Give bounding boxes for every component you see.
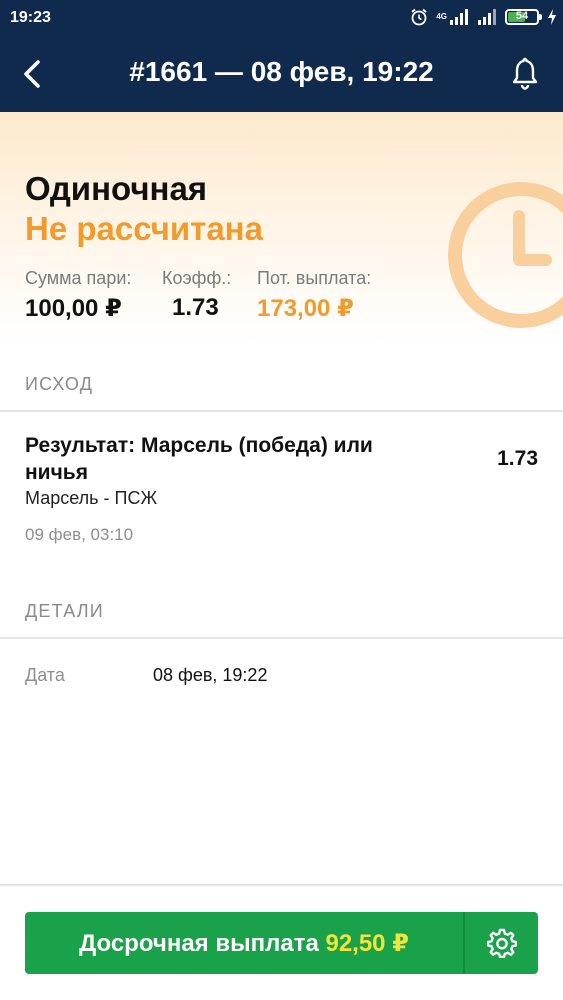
page-title: #1661 — 08 фев, 19:22 [129,56,434,87]
network-type-label: 4G [436,12,447,21]
outcome-title: Результат: Марсель (победа) или ничья [25,434,373,484]
cashout-bar: Досрочная выплата 92,50 ₽ [25,912,538,974]
app-bar: #1661 — 08 фев, 19:22 [0,36,563,112]
detail-date-value: 08 фев, 19:22 [153,665,268,685]
metric-label: Коэфф.: [162,268,232,288]
bell-icon [512,57,538,90]
notifications-button[interactable] [505,54,545,94]
divider [0,637,563,639]
outcome-date: 09 фев, 03:10 [25,525,134,544]
outcome-event: Марсель - ПСЖ [25,488,158,508]
clock-icon [448,182,563,328]
metric-potential-payout: Пот. выплата: 173,00 ₽ [257,268,371,323]
bottom-bar-shadow [0,884,563,887]
bet-type: Одиночная [25,170,208,207]
battery-level: 54 [515,10,529,22]
back-arrow-icon [24,60,40,88]
signal-icon [450,9,468,25]
metric-value: 1.73 [172,294,219,321]
metric-label: Пот. выплата: [257,268,372,288]
cashout-amount: 92,50 ₽ [325,929,409,957]
gear-icon [486,928,517,958]
cashout-settings-button[interactable] [465,912,538,974]
details-section-header: ДЕТАЛИ [25,601,104,621]
battery-icon: 54 [505,9,542,25]
detail-date-label: Дата [25,665,65,685]
cashout-button[interactable]: Досрочная выплата 92,50 ₽ [25,929,463,958]
cashout-label: Досрочная выплата [79,929,319,957]
metric-label: Сумма пари: [25,268,132,288]
metric-value: 173,00 ₽ [257,295,354,322]
alarm-icon [411,8,427,26]
signal-icon [478,9,496,25]
metric-stake: Сумма пари: 100,00 ₽ [25,268,131,323]
charging-icon [548,9,556,25]
status-bar: 19:23 4G 54 [0,0,563,36]
outcome-section-header: ИСХОД [25,374,94,394]
divider [0,410,563,412]
metric-value: 100,00 ₽ [25,295,122,322]
status-time: 19:23 [10,9,51,26]
status-icons: 4G 54 [410,8,557,26]
back-button[interactable] [14,54,54,94]
outcome-odds: 1.73 [497,447,538,470]
metric-odds: Коэфф.: 1.73 [162,268,231,322]
bet-summary: Одиночная Не рассчитана Сумма пари: 100,… [0,112,563,344]
bet-status: Не рассчитана [25,210,263,247]
